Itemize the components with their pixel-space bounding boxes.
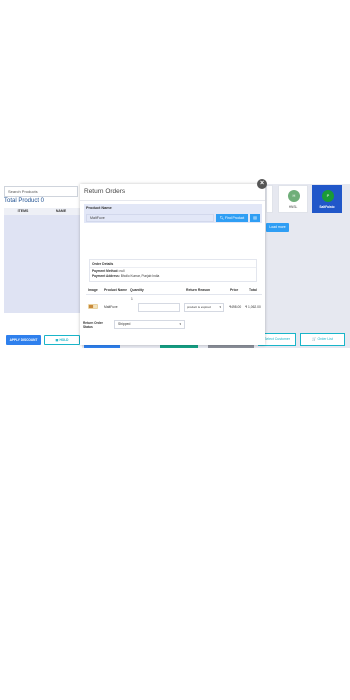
find-product-label: Find Product [225, 216, 245, 220]
avatar: H [288, 190, 300, 202]
cart-panel: Search Products Total Product 0 ITEMS NA… [0, 184, 82, 348]
return-reason-column-header: Return Reason [186, 288, 211, 292]
customer-card-partial[interactable] [266, 185, 273, 213]
bottom-action-button[interactable] [208, 345, 254, 348]
hold-button[interactable]: ▦ HOLD [44, 335, 80, 345]
payment-address-label: Payment Address: [92, 274, 120, 278]
order-details-box: Order Details Payment Method: null Payme… [89, 259, 257, 282]
payment-address-line: Payment Address: Bhollo Kumar, Punjab In… [92, 274, 159, 278]
divider [90, 267, 256, 268]
image-column-header: Image [88, 288, 98, 292]
return-reason-select[interactable]: product is expired ▾ [184, 303, 224, 312]
cart-items-area [4, 215, 80, 313]
payment-method-line: Payment Method: null [92, 269, 124, 273]
product-name-column-header: Product Name [104, 288, 127, 292]
row-product-name: MaltFuve [104, 305, 118, 309]
chevron-down-icon: ▾ [179, 322, 181, 326]
return-order-status-select[interactable]: Shipped ▾ [114, 320, 185, 329]
avatar: P [322, 190, 334, 202]
find-product-button[interactable]: 🔍︎ Find Product [216, 214, 248, 222]
return-orders-modal: Return Orders Product Name MaltFuve 🔍︎ F… [80, 184, 265, 345]
items-column-header: ITEMS [17, 209, 29, 213]
customer-card-selected[interactable]: P SaltFalsto [312, 185, 342, 213]
apply-discount-button[interactable]: APPLY DISCOUNT [6, 335, 41, 345]
bottom-action-button[interactable] [160, 345, 198, 348]
close-icon[interactable]: × [257, 179, 267, 189]
total-product-label: Total Product 0 [4, 198, 45, 204]
divider [80, 200, 265, 201]
order-details-title: Order Details [92, 262, 114, 266]
return-reason-value: product is expired [187, 305, 211, 309]
barcode-icon: ▤ [253, 215, 257, 220]
name-column-header: NAME [55, 209, 67, 213]
load-more-button[interactable]: Load more [266, 223, 289, 232]
product-name-input[interactable]: MaltFuve [86, 214, 214, 222]
payment-method-label: Payment Method: [92, 269, 119, 273]
quantity-column-header: Quantity [130, 288, 144, 292]
product-name-section: Product Name MaltFuve 🔍︎ Find Product ▤ [84, 204, 262, 223]
hold-label: HOLD [59, 338, 69, 342]
barcode-button[interactable]: ▤ [250, 214, 260, 222]
order-list-button[interactable]: 🛒 Order List [300, 333, 345, 346]
bottom-action-button[interactable] [84, 345, 120, 348]
row-total: ₹ 1,062.00 [245, 305, 261, 309]
order-list-label: Order List [317, 337, 333, 341]
customer-card-hnsl[interactable]: H HNSL [278, 185, 308, 213]
price-column-header: Price [230, 288, 239, 292]
return-quantity-input[interactable] [138, 303, 180, 312]
cart-table-header: ITEMS NAME [4, 208, 80, 215]
payment-method-value: null [119, 269, 125, 273]
payment-address-value: Bhollo Kumar, Punjab India [120, 274, 160, 278]
divider [86, 294, 262, 295]
customer-name: HNSL [288, 205, 298, 209]
row-price: ₹498.00 [229, 305, 242, 309]
product-name-label: Product Name [86, 206, 112, 210]
chevron-down-icon: ▾ [219, 305, 221, 309]
modal-title: Return Orders [84, 188, 126, 195]
total-column-header: Total [249, 288, 257, 292]
search-products-input[interactable]: Search Products [4, 186, 78, 197]
row-quantity: 1 [131, 297, 133, 301]
customer-name: SaltFalsto [319, 205, 335, 209]
return-order-status-label: Return Order Status [83, 321, 103, 329]
product-image [88, 304, 98, 309]
return-order-status-value: Shipped [118, 322, 131, 326]
